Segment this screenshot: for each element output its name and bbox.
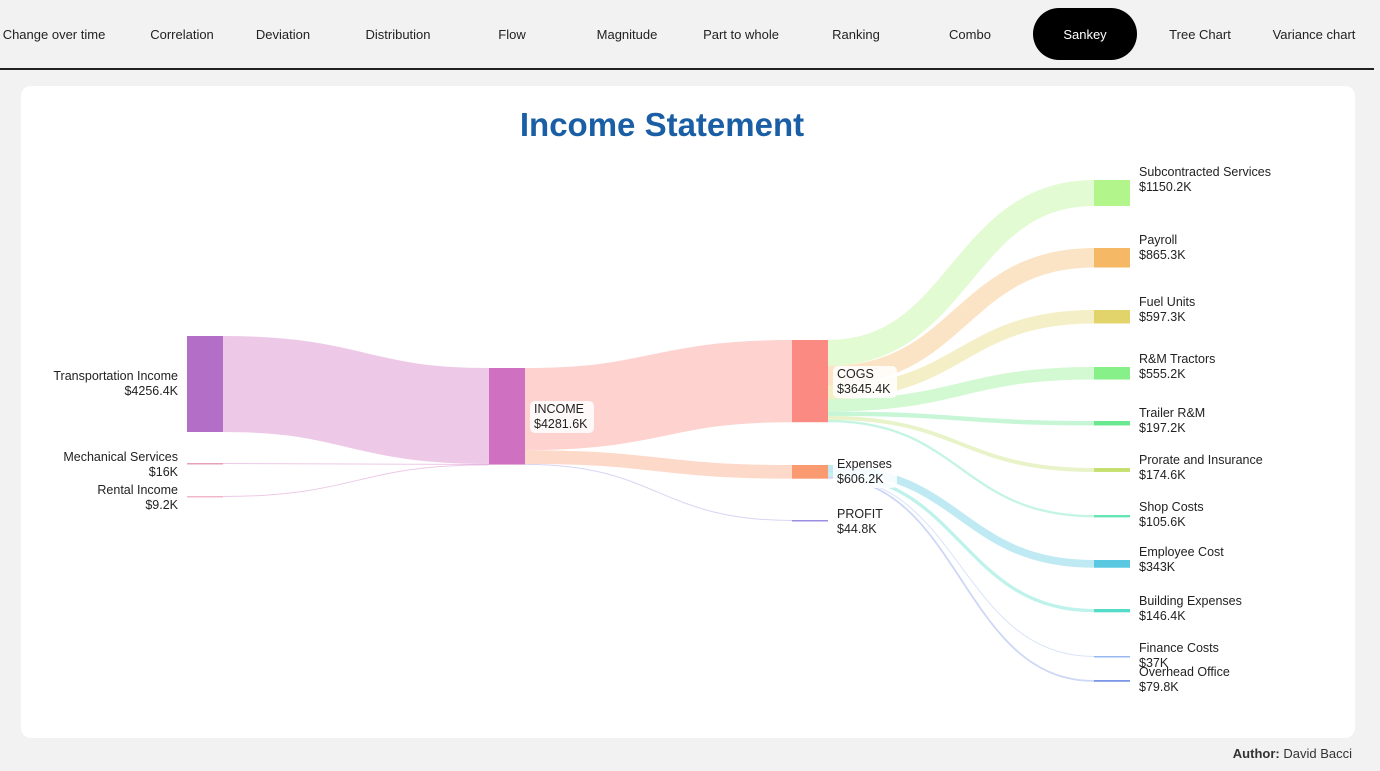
sankey-node-cogs[interactable]: [792, 340, 828, 423]
tab-ranking[interactable]: Ranking: [804, 8, 908, 60]
tab-tree-chart[interactable]: Tree Chart: [1148, 8, 1252, 60]
tab-distribution[interactable]: Distribution: [346, 8, 450, 60]
sankey-node-shop[interactable]: [1094, 515, 1130, 518]
sankey-node-mech[interactable]: [187, 463, 223, 465]
sankey-label-value: $105.6K: [1139, 515, 1186, 529]
sankey-node-trailer[interactable]: [1094, 421, 1130, 426]
sankey-node-finance[interactable]: [1094, 656, 1130, 658]
sankey-node-overhead[interactable]: [1094, 680, 1130, 682]
sankey-node-rmtract[interactable]: [1094, 367, 1130, 380]
sankey-link-transport-income: [222, 336, 490, 464]
sankey-label-profit: PROFIT $44.8K: [837, 507, 883, 536]
sankey-node-transport[interactable]: [187, 336, 223, 432]
sankey-label-building: Building Expenses $146.4K: [1139, 594, 1242, 623]
sankey-node-rental[interactable]: [187, 496, 223, 498]
chart-type-nav: Change over time Correlation Deviation Dist…: [0, 0, 1374, 70]
sankey-label-payroll: Payroll $865.3K: [1139, 233, 1186, 262]
sankey-label-value: $597.3K: [1139, 310, 1186, 324]
sankey-link-expenses-building: [827, 472, 1095, 613]
sankey-label-name: Subcontracted Services: [1139, 165, 1271, 179]
sankey-label-name: Trailer R&M: [1139, 406, 1205, 420]
sankey-node-subcon[interactable]: [1094, 180, 1130, 206]
sankey-label-value: $343K: [1139, 560, 1176, 574]
sankey-label-prorate: Prorate and Insurance $174.6K: [1139, 453, 1263, 482]
sankey-label-value: $197.2K: [1139, 421, 1186, 435]
tab-variance-chart[interactable]: Variance chart: [1262, 8, 1366, 60]
sankey-node-payroll[interactable]: [1094, 248, 1130, 268]
sankey-label-name: Finance Costs: [1139, 641, 1219, 655]
sankey-label-value: $44.8K: [837, 522, 877, 536]
sankey-label-value: $16K: [149, 465, 179, 479]
sankey-label-value: $606.2K: [837, 472, 884, 486]
tab-change-over-time[interactable]: Change over time: [2, 8, 106, 60]
tab-correlation[interactable]: Correlation: [130, 8, 234, 60]
tab-sankey[interactable]: Sankey: [1033, 8, 1137, 60]
sankey-label-name: Rental Income: [97, 483, 178, 497]
sankey-label-name: Expenses: [837, 457, 892, 471]
sankey-label-name: Employee Cost: [1139, 545, 1224, 559]
chart-card: Income Statement Transportation Income $4…: [21, 86, 1355, 738]
sankey-label-name: Shop Costs: [1139, 500, 1204, 514]
sankey-link-rental-income: [222, 464, 490, 497]
sankey-label-value: $865.3K: [1139, 248, 1186, 262]
sankey-link-expenses-finance: [827, 476, 1095, 657]
sankey-node-employee[interactable]: [1094, 560, 1130, 568]
sankey-label-value: $3645.4K: [837, 382, 891, 396]
sankey-label-value: $174.6K: [1139, 468, 1186, 482]
sankey-label-shop: Shop Costs $105.6K: [1139, 500, 1204, 529]
sankey-label-name: Prorate and Insurance: [1139, 453, 1263, 467]
author-name: David Bacci: [1283, 746, 1352, 761]
sankey-node-fuel[interactable]: [1094, 310, 1130, 324]
tab-combo[interactable]: Combo: [918, 8, 1022, 60]
sankey-label-name: R&M Tractors: [1139, 352, 1215, 366]
sankey-label-name: COGS: [837, 367, 874, 381]
sankey-label-fuel: Fuel Units $597.3K: [1139, 295, 1195, 324]
sankey-chart: Transportation Income $4256.4K Mechanical …: [53, 165, 1271, 694]
sankey-label-value: $146.4K: [1139, 609, 1186, 623]
sankey-label-value: $4281.6K: [534, 417, 588, 431]
tab-deviation[interactable]: Deviation: [231, 8, 335, 60]
tab-flow[interactable]: Flow: [460, 8, 564, 60]
sankey-label-trailer: Trailer R&M $197.2K: [1139, 406, 1205, 435]
sankey-label-rmtract: R&M Tractors $555.2K: [1139, 352, 1215, 381]
sankey-label-name: Transportation Income: [53, 369, 178, 383]
sankey-label-value: $9.2K: [145, 498, 178, 512]
sankey-label-transport: Transportation Income $4256.4K: [53, 369, 178, 398]
sankey-node-prorate[interactable]: [1094, 468, 1130, 472]
sankey-node-expenses[interactable]: [792, 465, 828, 479]
sankey-node-profit[interactable]: [792, 520, 828, 522]
sankey-label-name: Payroll: [1139, 233, 1177, 247]
sankey-label-value: $1150.2K: [1139, 180, 1192, 194]
sankey-node-income[interactable]: [489, 368, 525, 465]
author-credit: Author: David Bacci: [1233, 746, 1352, 761]
sankey-label-name: PROFIT: [837, 507, 883, 521]
sankey-label-name: Building Expenses: [1139, 594, 1242, 608]
sankey-label-value: $555.2K: [1139, 367, 1186, 381]
sankey-label-name: Overhead Office: [1139, 665, 1230, 679]
sankey-label-subcon: Subcontracted Services $1150.2K: [1139, 165, 1271, 194]
sankey-label-employee: Employee Cost $343K: [1139, 545, 1224, 574]
sankey-node-building[interactable]: [1094, 609, 1130, 613]
sankey-label-mech: Mechanical Services $16K: [63, 450, 178, 479]
tab-magnitude[interactable]: Magnitude: [575, 8, 679, 60]
sankey-label-value: $4256.4K: [124, 384, 178, 398]
sankey-label-name: Fuel Units: [1139, 295, 1195, 309]
sankey-label-overhead: Overhead Office $79.8K: [1139, 665, 1230, 694]
author-label: Author:: [1232, 746, 1280, 761]
tab-part-to-whole[interactable]: Part to whole: [689, 8, 793, 60]
sankey-label-name: Mechanical Services: [63, 450, 178, 464]
sankey-link-income-expenses: [524, 450, 793, 479]
sankey-link-mech-income: [222, 463, 490, 465]
sankey-label-rental: Rental Income $9.2K: [97, 483, 178, 512]
sankey-label-value: $79.8K: [1139, 680, 1179, 694]
sankey-label-name: INCOME: [534, 402, 584, 416]
sankey-label-income: INCOME $4281.6K: [534, 402, 588, 431]
